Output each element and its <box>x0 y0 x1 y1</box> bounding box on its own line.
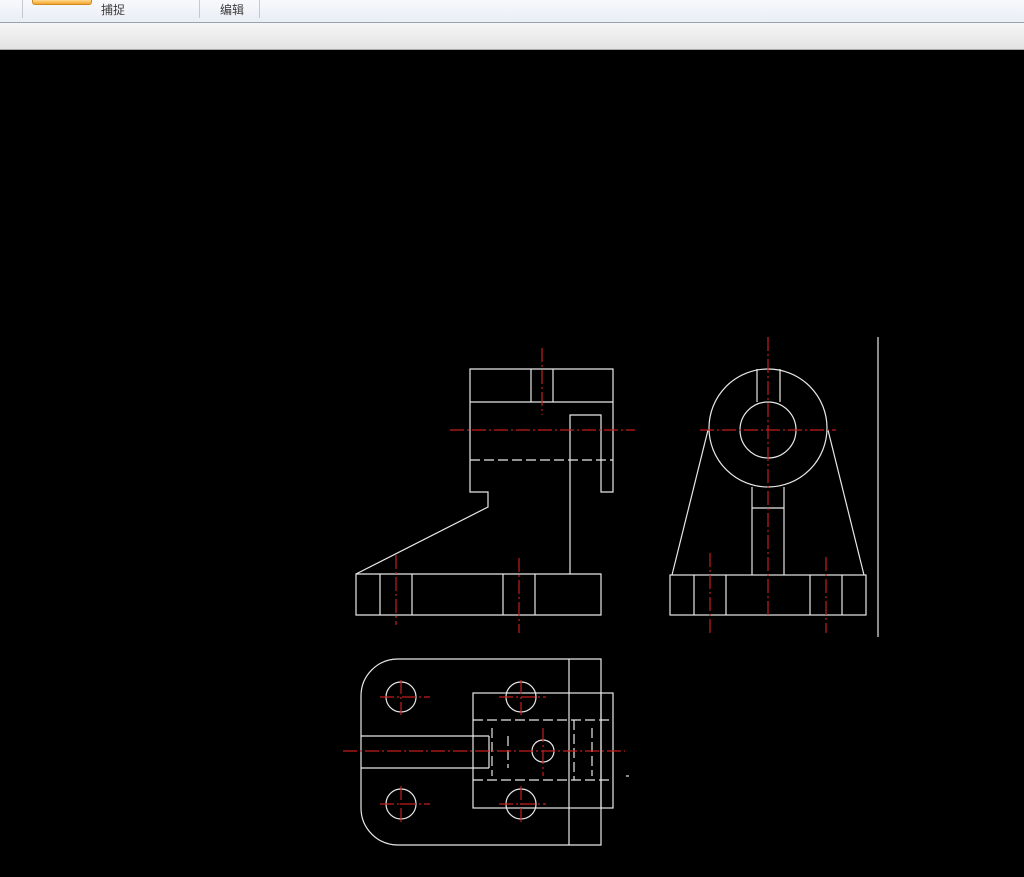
ribbon-panel-capture[interactable]: 捕捉 <box>101 3 125 17</box>
ribbon-separator <box>199 0 200 18</box>
top-view-outline <box>360 658 602 846</box>
ribbon-bar: 捕捉 编辑 <box>0 0 1024 23</box>
top-view <box>343 658 629 846</box>
front-view <box>355 348 635 633</box>
side-taper-edge <box>671 429 709 576</box>
ribbon-panel-edit[interactable]: 编辑 <box>220 3 244 17</box>
side-view <box>669 337 879 637</box>
side-taper-edge <box>827 429 865 576</box>
drawing-canvas[interactable] <box>0 50 1024 877</box>
ribbon-separator <box>259 0 260 18</box>
drawing-tab-bar <box>0 23 1024 50</box>
ribbon-active-tool[interactable] <box>32 0 92 5</box>
front-view-outline <box>355 368 614 616</box>
cad-drawing <box>343 337 879 846</box>
ribbon-separator <box>22 0 23 18</box>
